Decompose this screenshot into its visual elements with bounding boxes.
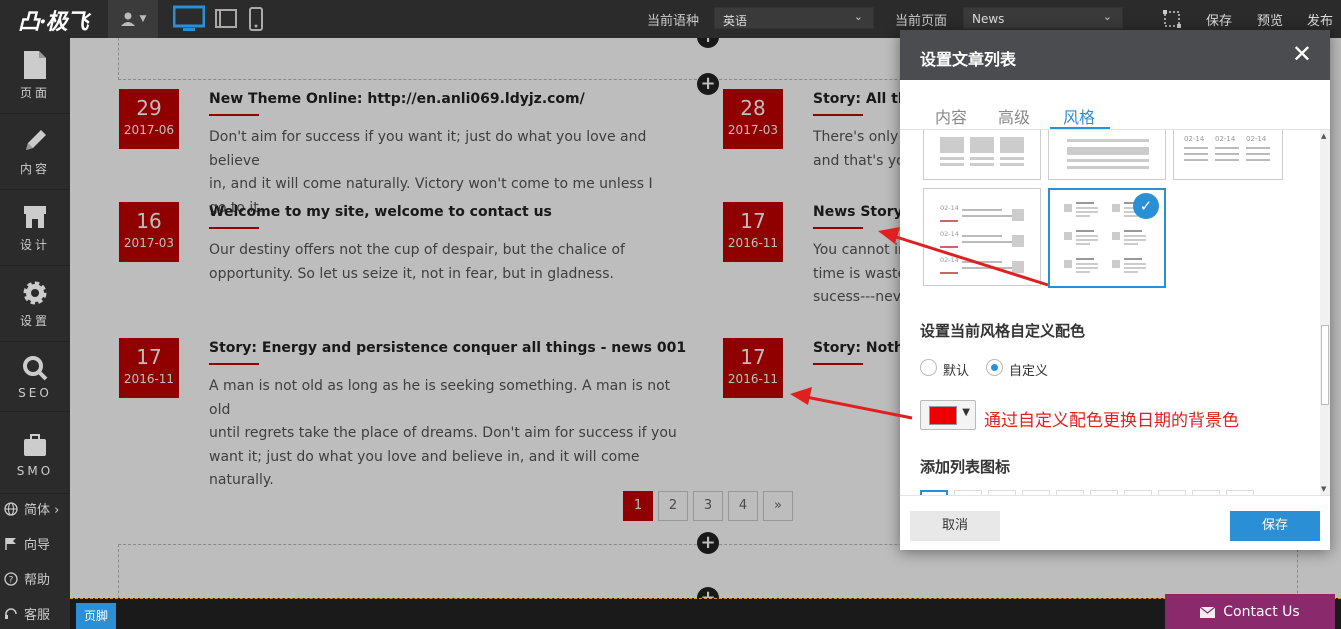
language-select[interactable]: 英语 ⌄ xyxy=(714,7,874,29)
store-icon xyxy=(24,206,46,228)
select-area-icon[interactable] xyxy=(1162,9,1182,29)
headset-icon xyxy=(5,607,17,619)
language-label: 当前语种 xyxy=(647,14,700,29)
scrollbar-thumb[interactable] xyxy=(1321,325,1329,405)
list-layout-icon xyxy=(1067,139,1149,169)
chevron-down-icon: ▼ xyxy=(139,14,147,24)
sidebar-item-settings[interactable]: 设置 xyxy=(0,266,70,342)
svg-text:02-14: 02-14 xyxy=(1246,135,1267,143)
language-value: 英语 xyxy=(723,14,748,28)
sidebar-item-label: 设置 xyxy=(19,314,50,328)
dialog-title: 设置文章列表 xyxy=(920,50,1017,69)
publish-button[interactable]: 发布 xyxy=(1307,10,1333,29)
save-button[interactable]: 保存 xyxy=(1206,10,1232,29)
desktop-view-icon[interactable] xyxy=(173,5,205,33)
logo: 凸·极飞 xyxy=(18,9,89,35)
radio-default[interactable] xyxy=(920,359,937,376)
guide-label: 向导 xyxy=(24,538,51,553)
sidebar-item-content[interactable]: 内容 xyxy=(0,114,70,190)
contact-us-button[interactable]: Contact Us xyxy=(1165,594,1335,629)
sidebar-item-label: 页面 xyxy=(19,86,50,100)
radio-default-label: 默认 xyxy=(943,364,970,379)
style-options-area: 02-14 02-14 02-14 02-14 02-14 02-14 ✓ 设置… xyxy=(900,130,1320,495)
search-icon xyxy=(23,356,48,381)
grid-layout-icon xyxy=(940,137,1024,166)
scroll-down-icon[interactable]: ▼ xyxy=(1321,485,1326,493)
user-icon xyxy=(120,12,135,26)
style-thumbnail[interactable]: 02-14 02-14 02-14 xyxy=(1173,130,1283,180)
page-icon xyxy=(24,51,46,79)
annotation-text: 通过自定义配色更换日期的背景色 xyxy=(984,411,1239,431)
chevron-down-icon: ⌄ xyxy=(853,10,863,23)
preview-button[interactable]: 预览 xyxy=(1257,10,1283,29)
help-icon: ? xyxy=(4,571,18,586)
mobile-view-icon[interactable] xyxy=(249,7,263,31)
color-swatch xyxy=(929,406,957,425)
sidebar-item-label: 设计 xyxy=(19,238,50,252)
article-list-dialog: 设置文章列表 ✕ 内容 高级 风格 02-14 02-14 02-14 02-1… xyxy=(900,30,1330,550)
svg-text:02-14: 02-14 xyxy=(940,204,959,212)
close-icon[interactable]: ✕ xyxy=(1292,40,1312,68)
svg-text:02-14: 02-14 xyxy=(1184,135,1205,143)
gear-icon xyxy=(23,281,47,305)
sidebar-service[interactable]: 客服 xyxy=(4,604,50,623)
sidebar-item-page[interactable]: 页面 xyxy=(0,38,70,114)
style-thumbnail[interactable] xyxy=(1048,130,1166,180)
sidebar-lang-switch[interactable]: 简体 › xyxy=(4,499,59,518)
caret-down-icon: ▼ xyxy=(962,407,970,418)
dialog-save-button[interactable]: 保存 xyxy=(1230,511,1320,541)
sidebar-item-design[interactable]: 设计 xyxy=(0,190,70,266)
footer-bar: 页脚 Contact Us xyxy=(70,594,1341,629)
lang-label: 简体 › xyxy=(24,503,60,518)
date-list-icon: 02-14 02-14 02-14 xyxy=(940,204,1024,274)
contact-label: Contact Us xyxy=(1223,604,1300,620)
svg-text:?: ? xyxy=(9,575,14,585)
chevron-down-icon: ⌄ xyxy=(1102,10,1112,23)
user-menu-button[interactable]: ▼ xyxy=(108,0,158,38)
radio-custom-label: 自定义 xyxy=(1009,364,1049,379)
sidebar-item-label: 内容 xyxy=(19,162,50,176)
tab-advanced[interactable]: 高级 xyxy=(998,104,1030,128)
sidebar-guide[interactable]: 向导 xyxy=(4,534,50,553)
tab-content[interactable]: 内容 xyxy=(935,104,967,128)
sidebar-item-seo[interactable]: SEO xyxy=(0,342,70,412)
tab-style[interactable]: 风格 xyxy=(1063,104,1095,128)
style-thumbnail[interactable] xyxy=(923,130,1041,180)
dialog-scrollbar[interactable]: ▲ ▼ xyxy=(1320,130,1330,495)
cancel-button[interactable]: 取消 xyxy=(910,511,1000,541)
svg-text:02-14: 02-14 xyxy=(940,230,959,238)
dialog-header: 设置文章列表 ✕ xyxy=(900,30,1330,80)
color-section-title: 设置当前风格自定义配色 xyxy=(920,322,1086,340)
style-thumbnail-selected[interactable]: ✓ xyxy=(1048,188,1166,288)
envelope-icon xyxy=(1200,606,1216,618)
briefcase-icon xyxy=(24,434,46,456)
flag-icon xyxy=(5,537,16,550)
svg-text:02-14: 02-14 xyxy=(940,256,959,264)
globe-icon xyxy=(4,501,18,516)
checkmark-icon: ✓ xyxy=(1133,193,1159,219)
dialog-footer: 取消 保存 xyxy=(900,495,1330,550)
icon-section-title: 添加列表图标 xyxy=(920,458,1011,476)
sidebar-item-label: SMO xyxy=(16,464,54,478)
service-label: 客服 xyxy=(24,608,51,623)
footer-label[interactable]: 页脚 xyxy=(76,603,116,629)
svg-text:02-14: 02-14 xyxy=(1215,135,1236,143)
sidebar-item-label: SEO xyxy=(18,386,52,400)
page-label: 当前页面 xyxy=(895,14,948,29)
sidebar: 页面 内容 设计 设置 SEO SMO 简体 › 向导 ? 帮助 客服 xyxy=(0,38,70,629)
page-value: News xyxy=(972,12,1005,26)
style-thumbnail[interactable]: 02-14 02-14 02-14 xyxy=(923,188,1041,286)
page-select[interactable]: News ⌄ xyxy=(963,7,1123,29)
pencil-icon xyxy=(26,130,46,150)
date-columns-icon: 02-14 02-14 02-14 xyxy=(1184,135,1270,161)
help-label: 帮助 xyxy=(24,573,51,588)
radio-custom[interactable] xyxy=(986,359,1003,376)
scroll-up-icon[interactable]: ▲ xyxy=(1321,132,1326,140)
sidebar-help[interactable]: ? 帮助 xyxy=(4,569,50,588)
color-picker[interactable]: ▼ xyxy=(920,400,976,430)
sidebar-item-smo[interactable]: SMO xyxy=(0,418,70,494)
tablet-view-icon[interactable] xyxy=(215,9,237,29)
